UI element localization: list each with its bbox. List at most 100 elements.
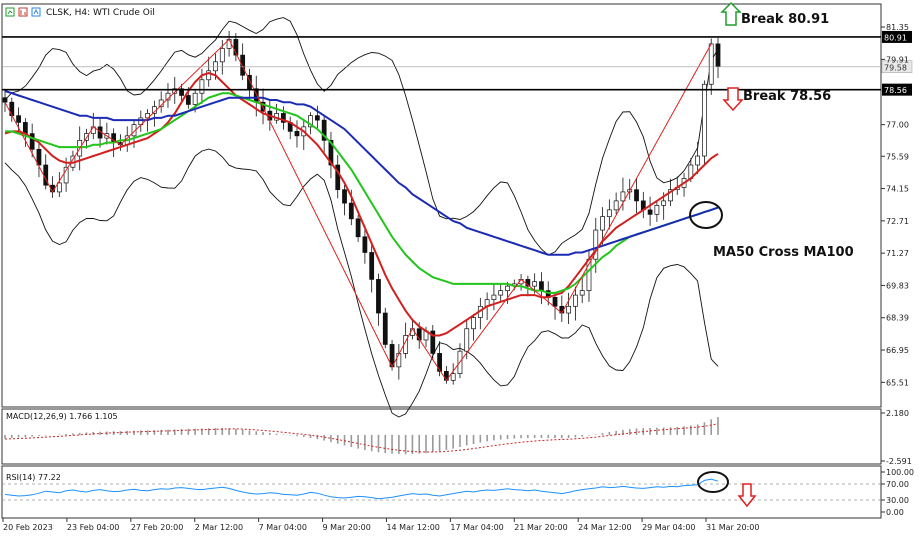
candle-body [552, 296, 558, 307]
price-tick-label: 79.91 [886, 55, 909, 64]
candle-body [450, 373, 456, 381]
candle-body [532, 281, 538, 287]
candle-body [715, 43, 721, 67]
bollinger-bands-layer [4, 17, 719, 418]
arrow-down-icon [722, 87, 744, 112]
rsi-line [4, 478, 719, 500]
candle-body [702, 83, 707, 157]
break-down-annotation: Break 78.56 [722, 87, 831, 112]
ma_mid-line [5, 92, 719, 294]
ma_slow-line [4, 90, 719, 256]
candle-body [471, 317, 476, 330]
price-tick-label: 65.51 [886, 378, 909, 387]
candle-body [342, 189, 347, 204]
macd-tick-label: -2.591 [886, 457, 912, 466]
arrow-up-icon [720, 1, 742, 26]
candle-body [314, 115, 320, 121]
candle-body [498, 290, 504, 296]
macd-panel-frame [1, 408, 882, 465]
time-tick-label: 17 Mar 04:00 [450, 523, 503, 532]
candle-body [355, 218, 361, 238]
time-tick-label: 7 Mar 04:00 [259, 523, 307, 532]
symbol-icon [5, 7, 15, 17]
candle-body [294, 131, 300, 137]
price-tick-label: 81.35 [886, 23, 909, 32]
price-panel-frame [1, 3, 882, 408]
level-tag-label: 80.91 [884, 33, 907, 42]
price-tick-label: 69.83 [886, 281, 909, 290]
time-tick-label: 9 Mar 20:00 [323, 523, 371, 532]
candle-body [2, 97, 8, 103]
break-down-label: Break 78.56 [743, 89, 831, 104]
candle-body [376, 279, 381, 314]
chart-canvas[interactable]: 80.91 78.56 79.58 81.35 79.91 77.00 75.59 74.1… [0, 0, 923, 538]
macd-signal-line [4, 423, 719, 453]
candle-body [396, 353, 402, 368]
candle-body [634, 189, 639, 202]
ma-cross-annotation: MA50 Cross MA100 [689, 201, 854, 260]
candle-body [661, 200, 667, 206]
candle-body [579, 290, 585, 296]
candle-body [708, 43, 714, 85]
break-up-annotation: Break 80.91 [720, 1, 829, 27]
time-tick-label: 24 Mar 12:00 [578, 523, 631, 532]
time-tick-label: 14 Mar 12:00 [386, 523, 439, 532]
time-axis-layer: 20 Feb 2023 23 Feb 04:00 27 Feb 20:00 2 Mar… [2, 518, 759, 532]
candle-body [199, 79, 205, 94]
candle-body [573, 294, 578, 307]
rsi-tick-label: 70.00 [886, 480, 909, 489]
candle-body [219, 48, 225, 63]
candle-body [369, 252, 375, 280]
indicator-icon [31, 7, 41, 17]
bollinger-lower-band [4, 148, 719, 418]
price-axis-layer: 81.35 79.91 77.00 75.59 74.15 72.71 71.27 69.83… [881, 23, 909, 387]
price-tick-label: 77.00 [886, 121, 909, 130]
rsi-title: RSI(14) 77.22 [6, 473, 61, 482]
price-tick-label: 66.95 [886, 346, 909, 355]
macd-layer: MACD(12,26,9) 1.766 1.105 2.180 -2.591 [4, 409, 912, 466]
candle-body [491, 294, 497, 300]
candle-body [240, 54, 246, 76]
candle-body [362, 236, 368, 253]
level-tag-label: 78.56 [884, 86, 907, 95]
candle-body [382, 312, 388, 345]
candle-body [654, 205, 660, 215]
moving-averages-layer [4, 71, 719, 337]
candle-body [539, 281, 544, 291]
rsi-arrow-down-icon [737, 483, 757, 508]
price-tick-label: 74.15 [886, 185, 909, 194]
candle-body [647, 209, 653, 215]
macd-title: MACD(12,26,9) 1.766 1.105 [6, 412, 118, 421]
candle-body [348, 202, 354, 220]
time-tick-label: 2 Mar 12:00 [195, 523, 243, 532]
rsi-tick-label: 100.00 [886, 468, 914, 477]
candle-body [464, 328, 470, 352]
time-tick-label: 21 Mar 20:00 [514, 523, 567, 532]
break-up-label: Break 80.91 [741, 12, 829, 27]
ma-cross-label: MA50 Cross MA100 [713, 245, 854, 260]
candle-body [9, 101, 15, 117]
time-tick-label: 29 Mar 04:00 [642, 523, 695, 532]
macd-tick-label: 2.180 [886, 409, 909, 418]
price-levels-layer: 80.91 78.56 79.58 [2, 30, 913, 96]
candle-body [695, 155, 701, 166]
price-tick-label: 68.39 [886, 314, 909, 323]
candle-body [613, 200, 619, 211]
time-tick-label: 27 Feb 20:00 [131, 523, 183, 532]
candle-body [22, 122, 28, 134]
candle-body [213, 61, 218, 72]
chart-title: CLSK, H4: WTI Crude Oil [46, 8, 155, 18]
rsi-tick-label: 0.00 [886, 508, 904, 517]
price-tick-label: 71.27 [886, 249, 909, 258]
time-tick-label: 20 Feb 2023 [3, 523, 53, 532]
candle-body [16, 115, 21, 123]
candles-layer [2, 30, 721, 385]
current-price-label: 79.58 [884, 63, 907, 72]
price-tick-label: 75.59 [886, 152, 909, 161]
candle-body [185, 95, 191, 105]
candle-body [192, 92, 198, 105]
ma_fast-line [4, 71, 719, 337]
rsi-tick-label: 30.00 [886, 496, 909, 505]
price-tick-label: 72.71 [886, 217, 909, 226]
candle-body [600, 216, 605, 231]
